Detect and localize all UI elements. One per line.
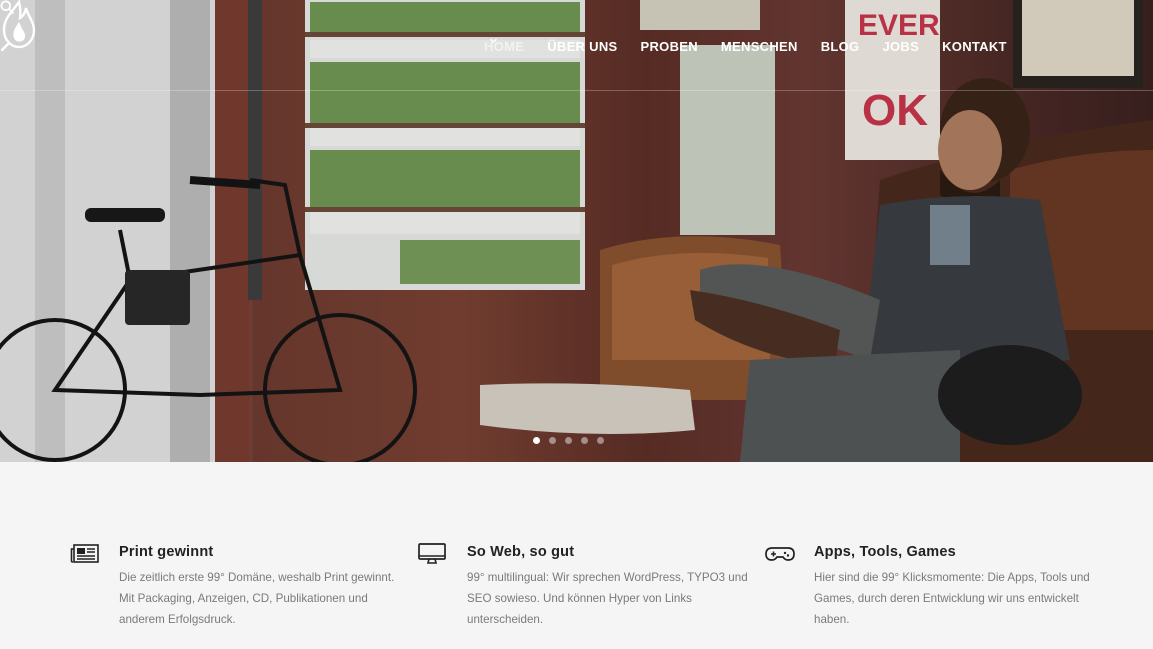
nav-ueber-uns[interactable]: ÜBER UNS: [547, 39, 617, 54]
nav-jobs[interactable]: JOBS: [882, 39, 919, 54]
slider-dot[interactable]: [533, 437, 540, 444]
hero-image: EVER OK HOME ÜBER UNS PROBEN MENSCHEN BL…: [0, 0, 1153, 462]
slider-dot[interactable]: [597, 437, 604, 444]
feature-text: 99° multilingual: Wir sprechen WordPress…: [467, 571, 748, 626]
newspaper-icon: [70, 544, 99, 563]
slider-dot[interactable]: [549, 437, 556, 444]
search-icon[interactable]: [0, 0, 14, 14]
nav-kontakt[interactable]: KONTAKT: [942, 39, 1007, 54]
feature-title: Print gewinnt: [119, 544, 214, 560]
gamepad-icon: [765, 547, 795, 561]
nav-proben-label: PROBEN: [640, 38, 698, 54]
feature-text: Hier sind die 99° Klicksmomente: Die App…: [814, 571, 1090, 626]
slider-dots: [533, 437, 613, 444]
nav-blog[interactable]: BLOG: [821, 39, 860, 54]
slider-dot[interactable]: [581, 437, 588, 444]
chevron-down-icon: [490, 38, 497, 43]
feature-text: Die zeitlich erste 99° Domäne, weshalb P…: [119, 571, 395, 626]
feature-title: Apps, Tools, Games: [814, 544, 956, 560]
site-header: HOME ÜBER UNS PROBEN MENSCHEN BLOG JOBS …: [0, 0, 1153, 91]
nav-menschen[interactable]: MENSCHEN: [721, 39, 798, 54]
monitor-icon: [418, 543, 446, 564]
nav-proben[interactable]: PROBEN: [490, 38, 698, 54]
feature-title: So Web, so gut: [467, 544, 575, 560]
main-nav: HOME ÜBER UNS PROBEN MENSCHEN BLOG JOBS …: [484, 37, 1030, 55]
slider-dot[interactable]: [565, 437, 572, 444]
